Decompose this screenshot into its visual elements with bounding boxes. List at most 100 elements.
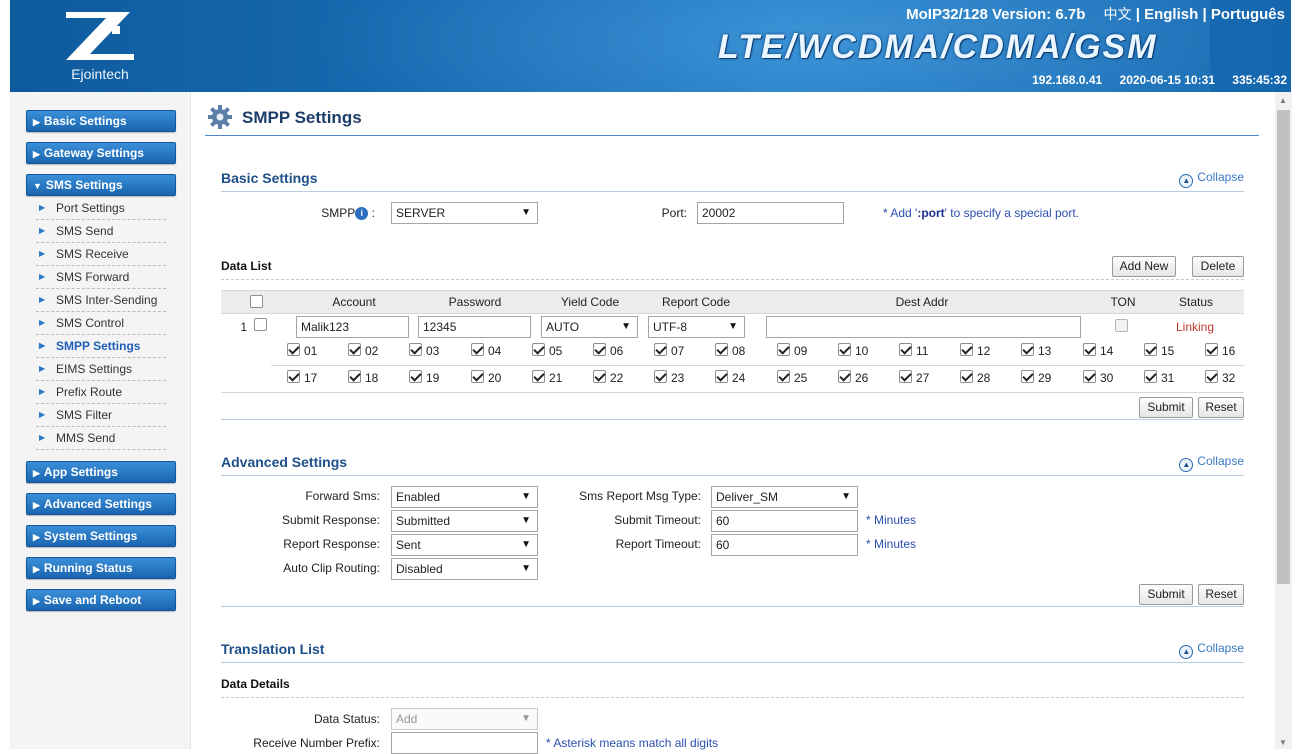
sidebar-item-sms-receive[interactable]: ▶ SMS Receive — [36, 243, 166, 266]
sidebar-item-mms-send[interactable]: ▶ MMS Send — [36, 427, 166, 450]
ton-checkbox[interactable] — [1115, 319, 1128, 332]
sidebar-item-sms-filter[interactable]: ▶ SMS Filter — [36, 404, 166, 427]
port-27-checkbox[interactable] — [899, 370, 912, 383]
lang-chinese-link[interactable]: 中文 — [1104, 7, 1132, 23]
scroll-down-icon[interactable]: ▼ — [1279, 738, 1287, 747]
sidebar-item-sms-inter-sending[interactable]: ▶ SMS Inter-Sending — [36, 289, 166, 312]
port-20-checkbox[interactable] — [471, 370, 484, 383]
row-select-checkbox[interactable] — [254, 318, 267, 331]
port-17-checkbox[interactable] — [287, 370, 300, 383]
port-26-checkbox[interactable] — [838, 370, 851, 383]
port-input[interactable]: 20002 — [697, 202, 844, 224]
arrow-right-icon: ▶ — [33, 500, 40, 510]
info-icon[interactable]: i — [355, 207, 369, 220]
delete-button[interactable]: Delete — [1192, 256, 1244, 277]
port-07-label: 07 — [671, 344, 685, 358]
sidebar-item-sms-control[interactable]: ▶ SMS Control — [36, 312, 166, 335]
nav-app-settings[interactable]: ▶ App Settings — [26, 461, 176, 483]
page-scrollbar[interactable]: ▲ ▼ — [1275, 92, 1292, 749]
scroll-up-icon[interactable]: ▲ — [1279, 96, 1287, 105]
sidebar-item-sms-send[interactable]: ▶ SMS Send — [36, 220, 166, 243]
nav-system-settings[interactable]: ▶ System Settings — [26, 525, 176, 547]
port-18-checkbox[interactable] — [348, 370, 361, 383]
port-05-checkbox[interactable] — [532, 343, 545, 356]
port-11-label: 11 — [916, 344, 929, 358]
port-23-label: 23 — [671, 371, 685, 385]
port-30-checkbox[interactable] — [1083, 370, 1096, 383]
port-03-checkbox[interactable] — [409, 343, 422, 356]
port-07-checkbox[interactable] — [654, 343, 667, 356]
datalist-submit-button[interactable]: Submit — [1139, 397, 1193, 418]
col-dest-addr: Dest Addr — [895, 295, 949, 309]
datalist-reset-button[interactable]: Reset — [1198, 397, 1244, 418]
arrow-right-icon: ▶ — [39, 272, 46, 281]
nav-save-and-reboot[interactable]: ▶ Save and Reboot — [26, 589, 176, 611]
advanced-submit-button[interactable]: Submit — [1139, 584, 1193, 605]
nav-sms-settings[interactable]: ▼ SMS Settings — [26, 174, 176, 196]
report-msg-type-select[interactable]: Deliver_SM ▼ — [711, 486, 858, 508]
port-21-checkbox[interactable] — [532, 370, 545, 383]
translation-collapse-toggle[interactable]: ▲ Collapse — [1179, 641, 1244, 659]
basic-collapse-toggle[interactable]: ▲ Collapse — [1179, 170, 1244, 188]
sidebar-item-smpp-settings[interactable]: ▶ SMPP Settings — [36, 335, 166, 358]
port-29-checkbox[interactable] — [1021, 370, 1034, 383]
report-code-select[interactable]: UTF-8 ▼ — [648, 316, 745, 338]
port-08-checkbox[interactable] — [715, 343, 728, 356]
port-19-checkbox[interactable] — [409, 370, 422, 383]
submit-timeout-input[interactable]: 60 — [711, 510, 858, 532]
password-input[interactable]: 12345 — [418, 316, 531, 338]
port-13-checkbox[interactable] — [1021, 343, 1034, 356]
sidebar-item-sms-forward[interactable]: ▶ SMS Forward — [36, 266, 166, 289]
port-06-checkbox[interactable] — [593, 343, 606, 356]
submit-response-select[interactable]: Submitted ▼ — [391, 510, 538, 532]
port-32-checkbox[interactable] — [1205, 370, 1218, 383]
arrow-right-icon: ▶ — [33, 117, 40, 127]
port-14-checkbox[interactable] — [1083, 343, 1096, 356]
receive-number-prefix-input[interactable] — [391, 732, 538, 754]
nav-running-status[interactable]: ▶ Running Status — [26, 557, 176, 579]
nav-gateway-settings[interactable]: ▶ Gateway Settings — [26, 142, 176, 164]
account-input[interactable]: Malik123 — [296, 316, 409, 338]
port-16-checkbox[interactable] — [1205, 343, 1218, 356]
port-25-checkbox[interactable] — [777, 370, 790, 383]
port-31-checkbox[interactable] — [1144, 370, 1157, 383]
sidebar-item-prefix-route[interactable]: ▶ Prefix Route — [36, 381, 166, 404]
advanced-collapse-toggle[interactable]: ▲ Collapse — [1179, 454, 1244, 472]
port-02-checkbox[interactable] — [348, 343, 361, 356]
nav-advanced-settings[interactable]: ▶ Advanced Settings — [26, 493, 176, 515]
port-04-checkbox[interactable] — [471, 343, 484, 356]
add-new-button[interactable]: Add New — [1112, 256, 1176, 277]
sidebar-item-eims-settings[interactable]: ▶ EIMS Settings — [36, 358, 166, 381]
port-22-checkbox[interactable] — [593, 370, 606, 383]
auto-clip-routing-select[interactable]: Disabled ▼ — [391, 558, 538, 580]
smpp-mode-select[interactable]: SERVER ▼ — [391, 202, 538, 224]
port-10-checkbox[interactable] — [838, 343, 851, 356]
port-15-checkbox[interactable] — [1144, 343, 1157, 356]
port-23-checkbox[interactable] — [654, 370, 667, 383]
port-09-checkbox[interactable] — [777, 343, 790, 356]
forward-sms-label: Forward Sms: — [305, 489, 380, 503]
scroll-thumb[interactable] — [1277, 110, 1290, 584]
col-password: Password — [448, 295, 502, 309]
nav-basic-settings[interactable]: ▶ Basic Settings — [26, 110, 176, 132]
divider — [221, 279, 1244, 280]
lang-english-link[interactable]: English — [1144, 6, 1198, 23]
port-01-checkbox[interactable] — [287, 343, 300, 356]
port-26-label: 26 — [855, 371, 869, 385]
port-12-checkbox[interactable] — [960, 343, 973, 356]
dest-addr-input[interactable] — [766, 316, 1081, 338]
prefix-hint: * Asterisk means match all digits — [546, 736, 719, 750]
report-response-select[interactable]: Sent ▼ — [391, 534, 538, 556]
sidebar-item-port-settings[interactable]: ▶ Port Settings — [36, 197, 166, 220]
advanced-reset-button[interactable]: Reset — [1198, 584, 1244, 605]
network-title: LTE/WCDMA/CDMA/GSM — [718, 28, 1158, 66]
yield-code-select[interactable]: AUTO ▼ — [541, 316, 638, 338]
select-all-checkbox[interactable] — [250, 295, 263, 308]
port-28-checkbox[interactable] — [960, 370, 973, 383]
port-11-checkbox[interactable] — [899, 343, 912, 356]
report-timeout-input[interactable]: 60 — [711, 534, 858, 556]
port-24-checkbox[interactable] — [715, 370, 728, 383]
row-index: 1 — [240, 320, 247, 334]
lang-portuguese-link[interactable]: Português — [1211, 6, 1285, 23]
forward-sms-select[interactable]: Enabled ▼ — [391, 486, 538, 508]
